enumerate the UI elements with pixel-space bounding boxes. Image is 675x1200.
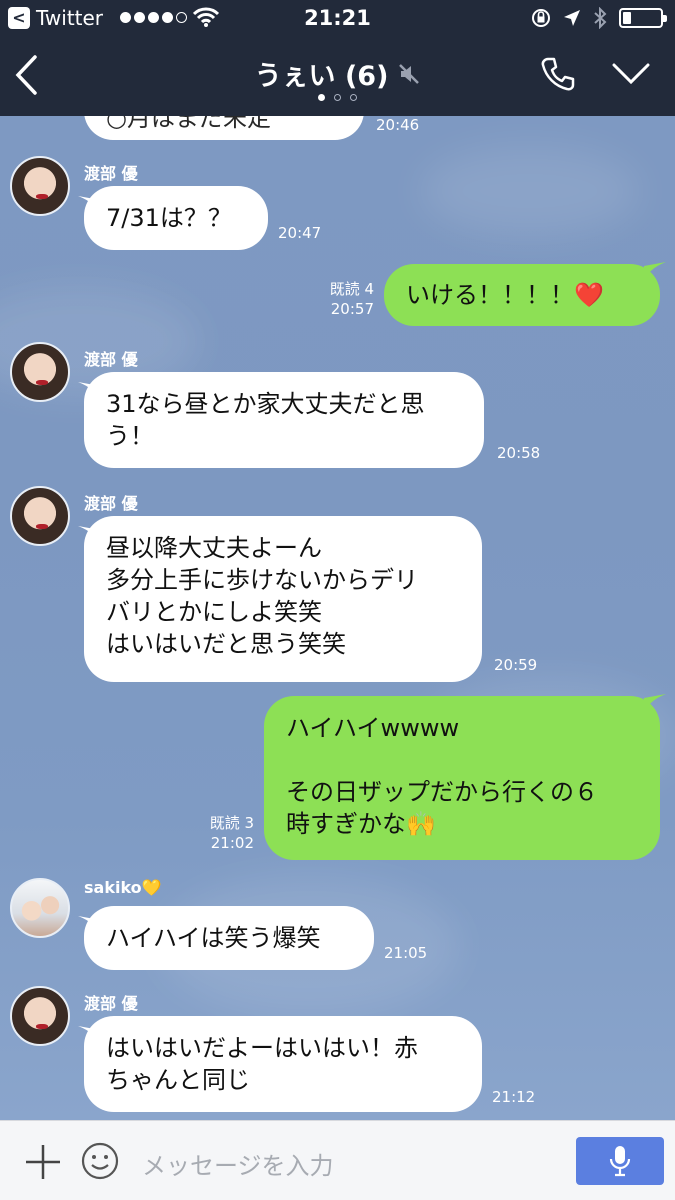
chat-area[interactable]: ○月はまだ未定 20:46 渡部 優 7/31は？？ 20:47 既読 4 20… bbox=[0, 116, 675, 1120]
message-bubble-outgoing[interactable]: ハイハイwwww その日ザップだから行くの６ 時すぎかな🙌 bbox=[264, 696, 660, 860]
message-time: 20:57 bbox=[330, 300, 374, 318]
sender-name: sakiko💛 bbox=[84, 878, 162, 897]
message-bubble-incoming[interactable]: 昼以降大丈夫よーん 多分上手に歩けないからデリ バリとかにしよ笑笑 はいはいだと… bbox=[84, 516, 482, 682]
message-time: 21:12 bbox=[492, 1088, 536, 1106]
avatar[interactable] bbox=[10, 342, 70, 402]
message-time: 20:59 bbox=[494, 656, 538, 674]
chat-title[interactable]: うぇい (6) bbox=[255, 54, 389, 93]
message-time: 21:02 bbox=[210, 834, 254, 852]
sender-name: 渡部 優 bbox=[84, 994, 138, 1013]
muted-speaker-icon bbox=[399, 63, 420, 84]
plus-icon[interactable] bbox=[24, 1143, 62, 1181]
battery-icon bbox=[619, 8, 667, 28]
message-time: 20:46 bbox=[376, 116, 420, 134]
message-input-bar: メッセージを入力 bbox=[0, 1120, 675, 1200]
message-bubble-incoming[interactable]: ○月はまだ未定 bbox=[84, 116, 364, 140]
message-bubble-incoming[interactable]: 31なら昼とか家大丈夫だと思 う！ bbox=[84, 372, 484, 468]
message-time: 20:58 bbox=[497, 444, 541, 462]
avatar[interactable] bbox=[10, 986, 70, 1046]
chevron-down-icon[interactable] bbox=[612, 62, 650, 86]
bluetooth-icon bbox=[594, 7, 607, 29]
message-bubble-incoming[interactable]: ハイハイは笑う爆笑 bbox=[84, 906, 374, 970]
phone-call-icon[interactable] bbox=[540, 56, 576, 92]
chat-header: うぇい (6) bbox=[0, 36, 675, 116]
read-receipt: 既読 4 bbox=[329, 280, 374, 298]
message-bubble-outgoing[interactable]: いける！！！！❤️ bbox=[384, 264, 660, 326]
sender-name: 渡部 優 bbox=[84, 350, 138, 369]
message-bubble-incoming[interactable]: 7/31は？？ bbox=[84, 186, 268, 250]
message-input[interactable]: メッセージを入力 bbox=[142, 1146, 334, 1181]
sender-name: 渡部 優 bbox=[84, 164, 138, 183]
location-arrow-icon bbox=[564, 10, 580, 26]
sender-name: 渡部 優 bbox=[84, 494, 138, 513]
orientation-lock-icon bbox=[532, 9, 550, 27]
bubble-tail bbox=[644, 262, 666, 280]
message-time: 21:05 bbox=[384, 944, 428, 962]
avatar[interactable] bbox=[10, 486, 70, 546]
avatar[interactable] bbox=[10, 878, 70, 938]
voice-button[interactable] bbox=[576, 1137, 664, 1185]
read-receipt: 既読 3 bbox=[209, 814, 254, 832]
message-time: 20:47 bbox=[278, 224, 322, 242]
emoji-icon[interactable] bbox=[80, 1141, 120, 1181]
microphone-icon bbox=[609, 1146, 631, 1177]
avatar[interactable] bbox=[10, 156, 70, 216]
message-bubble-incoming[interactable]: はいはいだよーはいはい！赤 ちゃんと同じ bbox=[84, 1016, 482, 1112]
bubble-tail bbox=[644, 694, 666, 712]
page-indicator bbox=[0, 94, 675, 101]
status-bar: < Twitter 21:21 bbox=[0, 0, 675, 36]
